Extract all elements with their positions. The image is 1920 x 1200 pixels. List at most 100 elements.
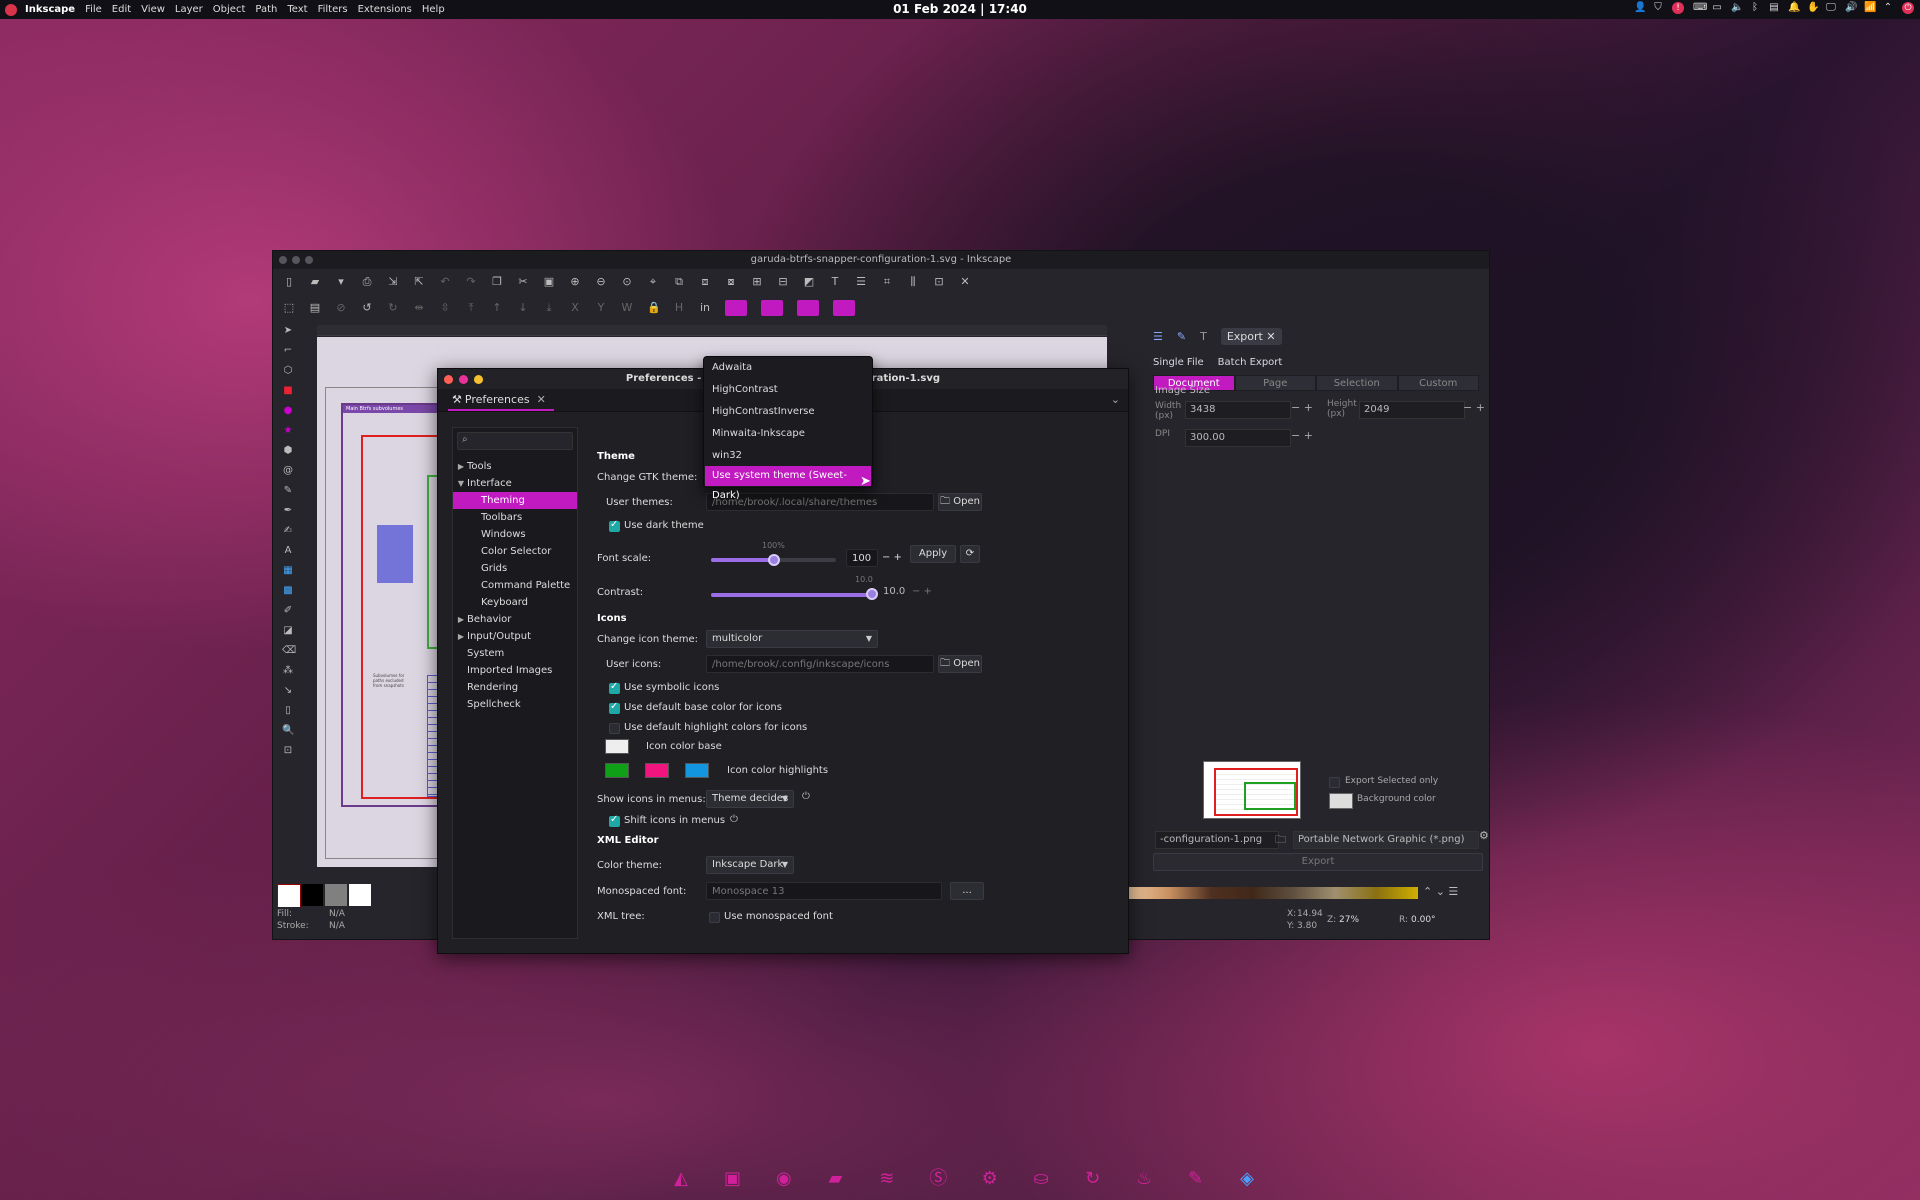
open-icon[interactable]: ▰ [309,276,321,288]
close-dot-icon[interactable] [279,256,287,264]
export-icon[interactable]: ⇱ [413,276,425,288]
tree-item-interface[interactable]: ▼ Interface [453,475,577,492]
swatch-white[interactable] [349,884,371,906]
show-icons-menus-select[interactable]: Theme decides ▼ [706,790,794,808]
user-icon[interactable]: 👤 [1634,2,1646,14]
area-custom[interactable]: Custom [1397,375,1479,391]
icon-theme-select[interactable]: multicolor ▼ [706,630,878,648]
minimize-dot-icon[interactable] [292,256,300,264]
raise-top-icon[interactable]: ⤒ [465,302,477,314]
selector-tool-icon[interactable]: ➤ [282,325,294,337]
contrast-track[interactable] [711,593,871,597]
theme-option-system[interactable]: Use system theme (Sweet-Dark) [705,466,871,501]
deselect-icon[interactable]: ⊘ [335,302,347,314]
zoom-fit-icon[interactable]: ⌖ [647,276,659,288]
terminal-app-icon[interactable]: ▣ [719,1166,745,1192]
mesh-tool-icon[interactable]: ▩ [282,585,294,597]
ungroup-icon[interactable]: ⊟ [777,276,789,288]
app-s-icon[interactable]: Ⓢ [925,1166,951,1192]
user-icons-open-button[interactable]: 🗀 Open [938,655,982,673]
contrast-handle[interactable] [866,588,878,600]
import-icon[interactable]: ⇲ [387,276,399,288]
y-field-icon[interactable]: Y [595,302,607,314]
user-themes-open-button[interactable]: 🗀 Open [938,493,982,511]
zoom-tool-icon[interactable]: 🔍 [282,725,294,737]
export-tab[interactable]: Export ✕ [1220,327,1282,345]
rotation-value[interactable]: 0.00° [1411,915,1436,925]
highlight-color-3-swatch[interactable] [685,763,709,778]
settings-app-icon[interactable]: ⚙ [977,1166,1003,1192]
width-stepper[interactable]: − + [1291,401,1313,414]
use-mono-font-checkbox[interactable] [709,912,720,923]
shift-icons-checkbox[interactable] [609,814,620,827]
font-scale-stepper[interactable]: − + [882,549,902,567]
garuda-welcome-icon[interactable]: ♨ [1131,1166,1157,1192]
xml-color-theme-select[interactable]: Inkscape Dark ▼ [706,856,794,874]
menu-text[interactable]: Text [287,4,307,15]
speaker-icon[interactable]: 🔈 [1731,2,1743,14]
terminal-icon[interactable]: ▭ [1712,2,1722,14]
spiral-tool-icon[interactable]: @ [282,465,294,477]
raise-icon[interactable]: ↑ [491,302,503,314]
tree-item-command-palette[interactable]: Command Palette [453,577,577,594]
move-patterns-toggle[interactable] [833,300,855,316]
clipboard-icon[interactable]: ▤ [1769,2,1779,14]
tree-item-input-output[interactable]: ▶ Input/Output [453,628,577,645]
xml-editor-icon[interactable]: ⌗ [881,276,893,288]
background-color-swatch[interactable] [1329,793,1353,809]
spray-tool-icon[interactable]: ⁂ [282,665,294,677]
shield-icon[interactable]: ⛉ [1653,2,1663,14]
height-stepper[interactable]: − + [1463,401,1485,414]
tree-item-imported-images[interactable]: Imported Images [453,662,577,679]
export-filename[interactable]: -configuration-1.png [1155,831,1279,849]
text-tab-icon[interactable]: T [1200,330,1207,343]
measure-tool-icon[interactable]: ⊡ [282,745,294,757]
user-icons-path[interactable]: /home/brook/.config/inkscape/icons [706,655,934,673]
text-editor-icon[interactable]: ✎ [1183,1166,1209,1192]
scale-stroke-toggle[interactable] [725,300,747,316]
fill-tab-icon[interactable]: ✎ [1177,330,1186,343]
maximize-dot-icon[interactable] [305,256,313,264]
menu-layer[interactable]: Layer [175,4,203,15]
user-themes-path[interactable]: /home/brook/.local/share/themes [706,493,934,511]
wifi-icon[interactable]: 📶 [1864,2,1876,14]
copy-icon[interactable]: ❐ [491,276,503,288]
lower-bottom-icon[interactable]: ⤓ [543,302,555,314]
tree-item-rendering[interactable]: Rendering [453,679,577,696]
power-icon[interactable]: ⏻ [1902,2,1914,14]
bell-icon[interactable]: 🔔 [1788,2,1800,14]
zoom-drawing-icon[interactable]: ⊖ [595,276,607,288]
theme-option-highcontrastinverse[interactable]: HighContrastInverse [705,402,871,422]
firedragon-browser-icon[interactable]: ◉ [771,1166,797,1192]
palette-strip[interactable] [1128,887,1418,899]
paint-bucket-tool-icon[interactable]: ◪ [282,625,294,637]
batch-export-tab[interactable]: Batch Export [1218,357,1283,368]
flip-v-icon[interactable]: ⇳ [439,302,451,314]
highlight-color-1-swatch[interactable] [605,763,629,778]
app-name[interactable]: Inkscape [25,4,75,15]
inkscape-app-icon[interactable]: ◈ [1234,1166,1260,1192]
garuda-launcher-icon[interactable]: ◭ [668,1166,694,1192]
font-scale-input[interactable]: 100 [846,549,878,567]
tree-item-grids[interactable]: Grids [453,560,577,577]
volume-icon[interactable]: 🔊 [1845,2,1857,14]
redo-icon[interactable]: ↷ [465,276,477,288]
system-monitor-icon[interactable]: ≋ [874,1166,900,1192]
chevron-down-icon[interactable]: ⌄ [1111,393,1120,406]
contrast-stepper[interactable]: − + [912,583,932,601]
lock-icon[interactable]: 🔒 [647,302,661,314]
select-all-icon[interactable]: ⬚ [283,302,295,314]
flip-h-icon[interactable]: ⇹ [413,302,425,314]
theme-option-win32[interactable]: win32 [705,446,871,466]
fill-stroke-icon[interactable]: ◩ [803,276,815,288]
close-tab-icon[interactable]: ✕ [537,391,546,409]
rectangle-tool-icon[interactable]: ■ [282,385,294,397]
mono-font-picker-button[interactable]: ... [950,882,984,900]
move-gradients-toggle[interactable] [797,300,819,316]
select-all-layers-icon[interactable]: ▤ [309,302,321,314]
export-button[interactable]: Export [1153,853,1483,871]
highlight-color-2-swatch[interactable] [645,763,669,778]
undo-icon[interactable]: ↶ [439,276,451,288]
close-dot-icon[interactable] [444,375,453,384]
menu-file[interactable]: File [85,4,102,15]
